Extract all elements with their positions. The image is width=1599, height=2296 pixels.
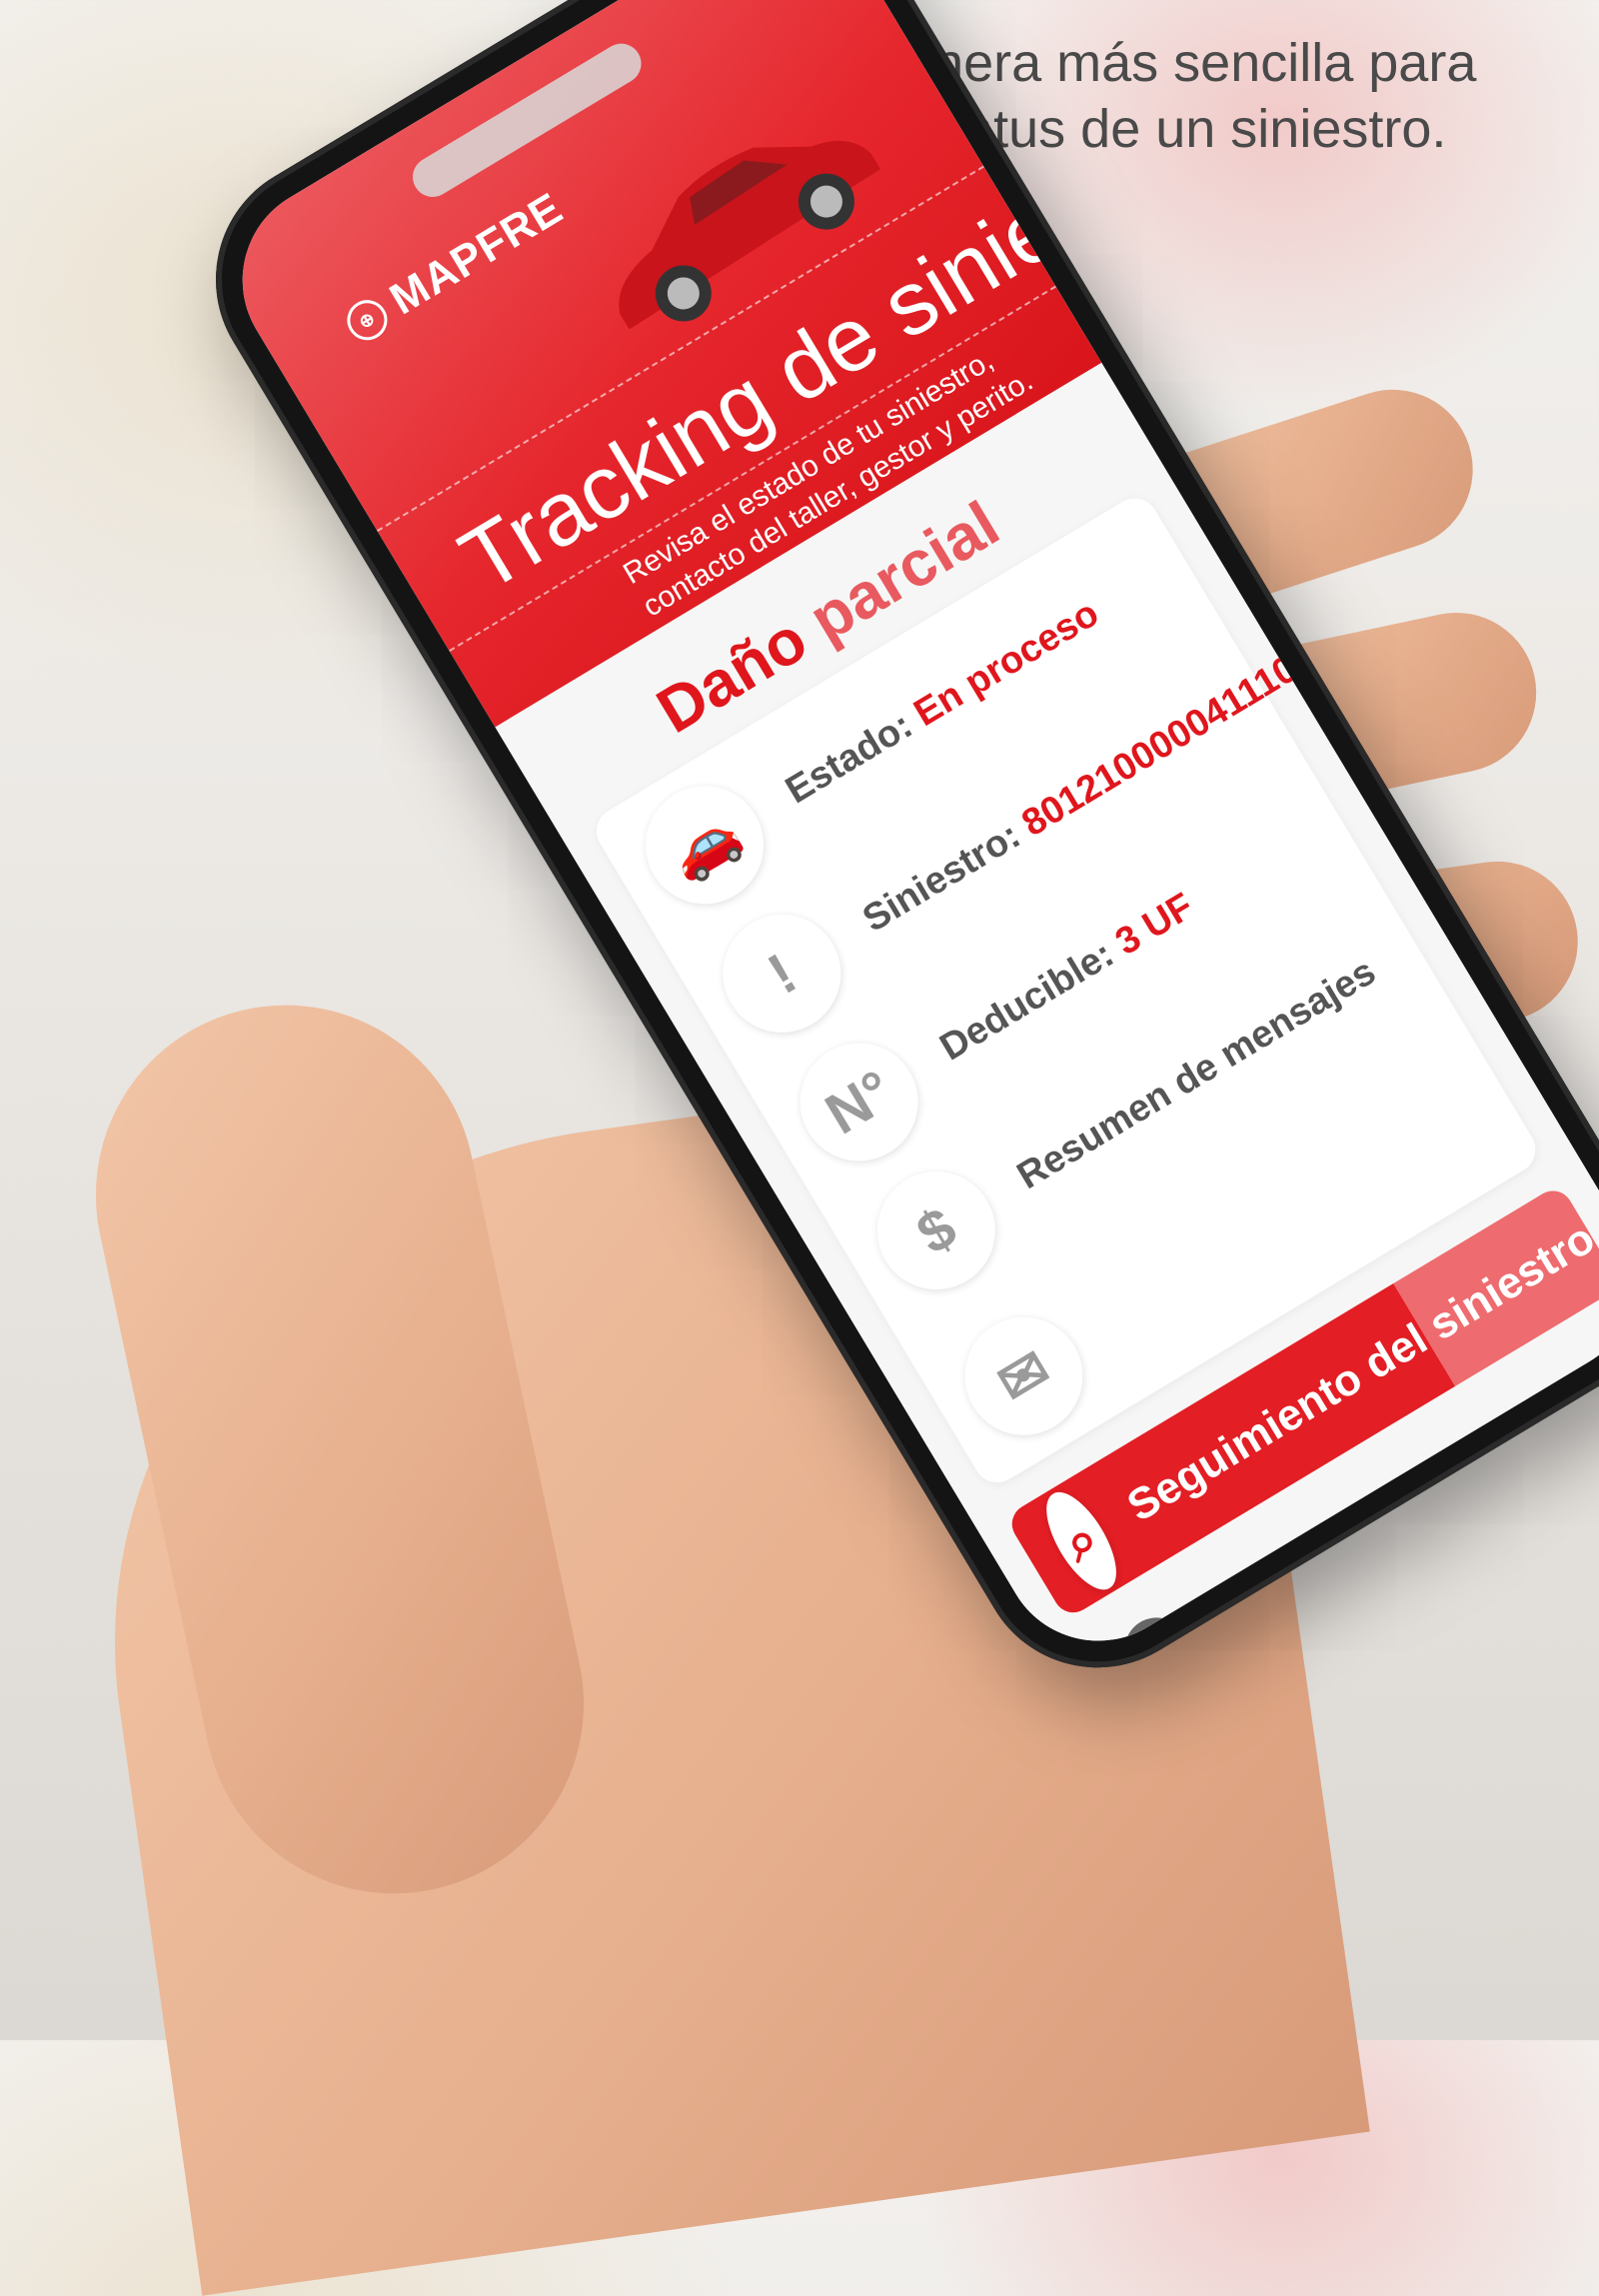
brand-logo: ⊕ MAPFRE xyxy=(337,184,572,352)
search-icon: ⌕ xyxy=(1032,1481,1130,1600)
step-date-tail: 2022 xyxy=(1580,1314,1599,1408)
step-date: 22/11/2022 xyxy=(1504,1398,1599,1579)
step-date-main: 20/11/ xyxy=(1477,1365,1599,1469)
brand-name: MAPFRE xyxy=(381,183,572,325)
logo-icon: ⊕ xyxy=(339,292,395,348)
